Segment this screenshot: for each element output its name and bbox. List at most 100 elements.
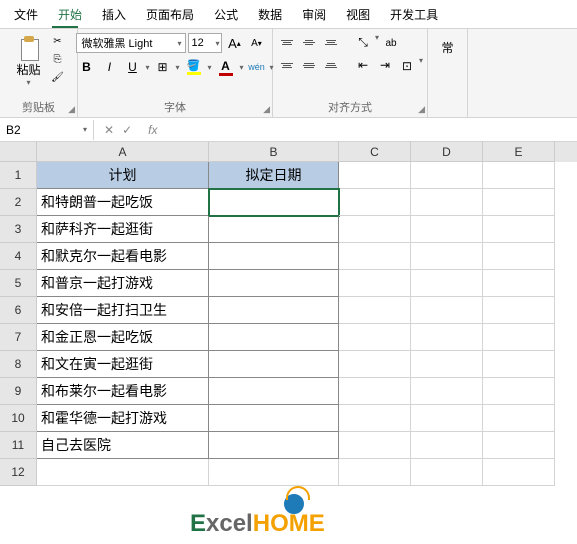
row-header[interactable]: 10 xyxy=(0,405,37,432)
confirm-formula-button[interactable]: ✓ xyxy=(122,123,132,137)
row-header[interactable]: 5 xyxy=(0,270,37,297)
row-header[interactable]: 2 xyxy=(0,189,37,216)
cell[interactable] xyxy=(411,243,483,270)
cell[interactable] xyxy=(483,432,555,459)
cell[interactable] xyxy=(483,297,555,324)
row-header[interactable]: 12 xyxy=(0,459,37,486)
increase-font-button[interactable]: A▴ xyxy=(224,33,244,53)
cell[interactable] xyxy=(483,243,555,270)
fx-icon[interactable]: fx xyxy=(142,123,163,137)
cell[interactable] xyxy=(209,351,339,378)
row-header[interactable]: 9 xyxy=(0,378,37,405)
cell[interactable] xyxy=(339,216,411,243)
cell[interactable] xyxy=(483,405,555,432)
cell[interactable]: 计划 xyxy=(37,162,209,189)
cell[interactable] xyxy=(483,162,555,189)
tab-home[interactable]: 开始 xyxy=(48,2,92,27)
align-dialog-launcher[interactable]: ◢ xyxy=(418,104,425,115)
cell[interactable] xyxy=(411,216,483,243)
cell[interactable] xyxy=(209,324,339,351)
tab-insert[interactable]: 插入 xyxy=(92,2,136,27)
col-header-c[interactable]: C xyxy=(339,142,411,162)
select-all-corner[interactable] xyxy=(0,142,37,162)
cell[interactable] xyxy=(209,216,339,243)
cell[interactable] xyxy=(411,432,483,459)
cell[interactable] xyxy=(483,378,555,405)
cell[interactable]: 和文在寅一起逛街 xyxy=(37,351,209,378)
row-header[interactable]: 11 xyxy=(0,432,37,459)
tab-data[interactable]: 数据 xyxy=(248,2,292,27)
orientation-button[interactable]: ⤡ xyxy=(353,33,373,51)
tab-view[interactable]: 视图 xyxy=(336,2,380,27)
cell[interactable]: 和金正恩一起吃饭 xyxy=(37,324,209,351)
cell[interactable] xyxy=(339,459,411,486)
cell[interactable] xyxy=(209,405,339,432)
format-painter-button[interactable]: 🖌 xyxy=(49,69,67,85)
cell[interactable] xyxy=(339,432,411,459)
row-header[interactable]: 8 xyxy=(0,351,37,378)
align-middle-button[interactable] xyxy=(299,33,319,51)
cut-button[interactable]: ✂ xyxy=(49,33,67,49)
align-right-button[interactable] xyxy=(321,56,341,74)
cell[interactable] xyxy=(411,297,483,324)
cell[interactable]: 和普京一起打游戏 xyxy=(37,270,209,297)
cell[interactable] xyxy=(411,405,483,432)
font-dialog-launcher[interactable]: ◢ xyxy=(263,104,270,115)
cell[interactable] xyxy=(483,270,555,297)
cell[interactable] xyxy=(209,459,339,486)
cell[interactable] xyxy=(483,216,555,243)
chevron-down-icon[interactable]: ▾ xyxy=(175,63,179,72)
font-name-select[interactable]: 微软雅黑 Light ▾ xyxy=(76,33,186,53)
increase-indent-button[interactable]: ⇥ xyxy=(375,56,395,74)
cell[interactable]: 和安倍一起打扫卫生 xyxy=(37,297,209,324)
phonetic-button[interactable]: wén xyxy=(247,57,267,77)
cell[interactable] xyxy=(411,351,483,378)
row-header[interactable]: 6 xyxy=(0,297,37,324)
wrap-text-button[interactable]: ab xyxy=(381,33,401,53)
cell[interactable] xyxy=(411,324,483,351)
tab-layout[interactable]: 页面布局 xyxy=(136,2,204,27)
cell[interactable] xyxy=(209,270,339,297)
bold-button[interactable]: B xyxy=(76,57,96,77)
cell[interactable] xyxy=(209,243,339,270)
align-top-button[interactable] xyxy=(277,33,297,51)
cell[interactable] xyxy=(483,189,555,216)
font-color-button[interactable]: A xyxy=(215,59,237,76)
col-header-e[interactable]: E xyxy=(483,142,555,162)
cell[interactable]: 和特朗普一起吃饭 xyxy=(37,189,209,216)
copy-button[interactable]: ⎘ xyxy=(49,51,67,67)
cell[interactable] xyxy=(339,324,411,351)
cell[interactable] xyxy=(37,459,209,486)
font-size-select[interactable]: 12 ▾ xyxy=(188,33,222,53)
cell[interactable] xyxy=(339,351,411,378)
col-header-b[interactable]: B xyxy=(209,142,339,162)
tab-formulas[interactable]: 公式 xyxy=(204,2,248,27)
paste-button[interactable]: 粘贴 ▾ xyxy=(10,33,46,89)
cell[interactable] xyxy=(209,432,339,459)
col-header-a[interactable]: A xyxy=(37,142,209,162)
italic-button[interactable]: I xyxy=(99,57,119,77)
cell[interactable]: 自己去医院 xyxy=(37,432,209,459)
cell[interactable]: 拟定日期 xyxy=(209,162,339,189)
fill-color-button[interactable]: 🪣 xyxy=(183,59,205,75)
cell[interactable] xyxy=(339,162,411,189)
cell[interactable] xyxy=(339,189,411,216)
chevron-down-icon[interactable]: ▾ xyxy=(375,33,379,53)
cell[interactable] xyxy=(339,405,411,432)
chevron-down-icon[interactable]: ▾ xyxy=(145,63,149,72)
row-header[interactable]: 1 xyxy=(0,162,37,189)
cell[interactable]: 和布莱尔一起看电影 xyxy=(37,378,209,405)
row-header[interactable]: 7 xyxy=(0,324,37,351)
cell-active[interactable] xyxy=(209,189,339,216)
cell[interactable] xyxy=(339,243,411,270)
cell[interactable] xyxy=(209,378,339,405)
cell[interactable] xyxy=(411,162,483,189)
clipboard-dialog-launcher[interactable]: ◢ xyxy=(68,104,75,115)
decrease-indent-button[interactable]: ⇤ xyxy=(353,56,373,74)
cell[interactable] xyxy=(339,297,411,324)
row-header[interactable]: 3 xyxy=(0,216,37,243)
border-button[interactable]: ⊞ xyxy=(152,57,172,77)
chevron-down-icon[interactable]: ▾ xyxy=(208,63,212,72)
cell[interactable] xyxy=(411,459,483,486)
cell[interactable] xyxy=(339,270,411,297)
